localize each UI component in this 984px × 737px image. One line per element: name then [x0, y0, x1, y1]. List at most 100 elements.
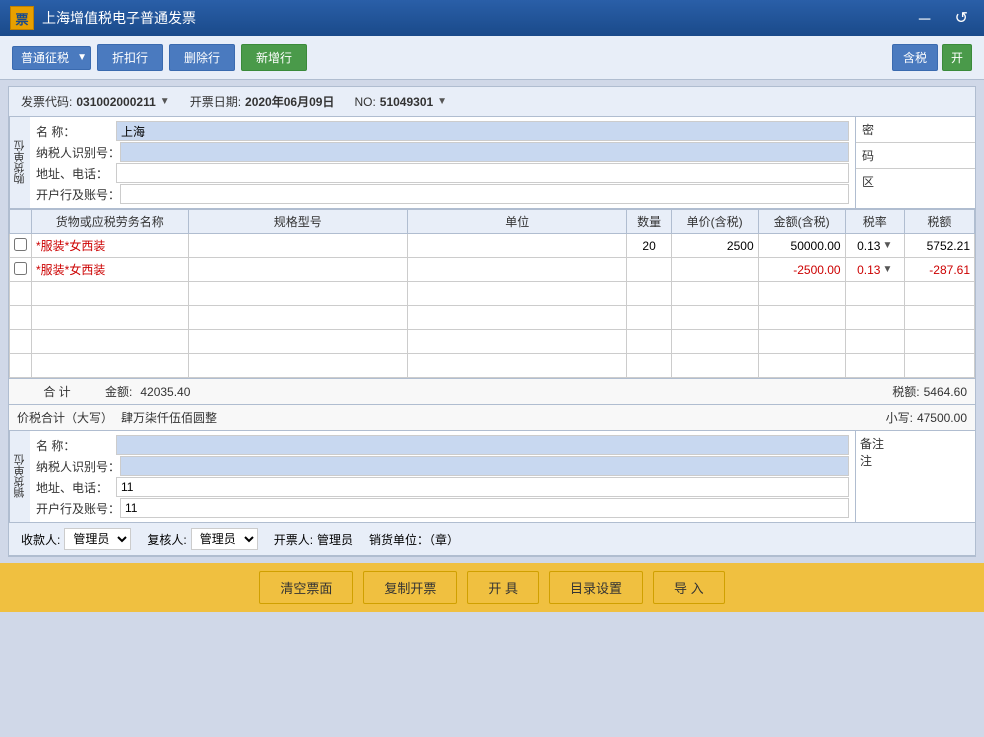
date-value: 2020年06月09日: [245, 93, 334, 110]
row2-unit-price[interactable]: [671, 258, 758, 282]
seller-bank-input[interactable]: [120, 498, 849, 518]
row1-qty[interactable]: 20: [627, 234, 671, 258]
app-title: 上海增值税电子普通发票: [42, 8, 196, 28]
empty-cell: [10, 354, 32, 378]
seller-address-input[interactable]: [116, 477, 849, 497]
items-table-section: 货物或应税劳务名称 规格型号 单位 数量 单价(含税) 金额(含税) 税率 税额…: [9, 209, 975, 379]
row1-unit-input[interactable]: [412, 239, 622, 253]
seller-inline-fields: 名 称： 纳税人识别号： 地址、电话： 开户行及账号：: [30, 431, 855, 522]
seller-name-input[interactable]: [116, 435, 849, 455]
catalog-button[interactable]: 目录设置: [549, 571, 643, 604]
row2-item-name[interactable]: *服装*女西装: [32, 258, 189, 282]
row2-qty[interactable]: [627, 258, 671, 282]
table-row: *服装*女西装 -2500.00 0.13 ▼ -287.61: [10, 258, 975, 282]
empty-cell: [627, 330, 671, 354]
empty-cell: [627, 282, 671, 306]
no-label: NO:: [354, 95, 375, 109]
secret-section: 密 码 区: [855, 117, 975, 208]
code-dropdown-icon[interactable]: ▼: [160, 96, 170, 107]
buyer-address-input[interactable]: [116, 163, 849, 183]
toolbar: 普通征税 ▼ 折扣行 删除行 新增行 含税 开: [0, 36, 984, 80]
empty-cell: [408, 354, 627, 378]
empty-cell: [32, 282, 189, 306]
empty-cell: [408, 282, 627, 306]
buyer-bank-row: 开户行及账号：: [36, 184, 849, 204]
tax-type-wrapper[interactable]: 普通征税 ▼: [12, 46, 91, 70]
buyer-name-input[interactable]: [116, 121, 849, 141]
receiver-select[interactable]: 管理员: [64, 528, 131, 550]
row1-spec[interactable]: [188, 234, 407, 258]
reviewer-select[interactable]: 管理员: [191, 528, 258, 550]
invoice-date-row: 开票日期: 2020年06月09日: [190, 93, 335, 110]
row1-item-name[interactable]: *服装*女西装: [32, 234, 189, 258]
row2-tax-dropdown[interactable]: ▼: [882, 264, 892, 275]
delete-row-button[interactable]: 删除行: [169, 44, 235, 71]
remark-label-zhu: 注: [860, 452, 971, 469]
row2-spec[interactable]: [188, 258, 407, 282]
empty-cell: [188, 330, 407, 354]
empty-cell: [32, 306, 189, 330]
buyer-bank-input[interactable]: [120, 184, 849, 204]
seller-taxid-input[interactable]: [120, 456, 849, 476]
empty-cell: [845, 306, 904, 330]
row2-checkbox-cell: [10, 258, 32, 282]
empty-cell: [845, 330, 904, 354]
buyer-taxid-input[interactable]: [120, 142, 849, 162]
buyer-fields: 名 称： 纳税人识别号： 地址、电话： 开户行及账号：: [30, 117, 855, 208]
receiver-field: 收款人: 管理员: [21, 528, 131, 550]
row2-checkbox[interactable]: [14, 262, 27, 275]
close-btn[interactable]: ↺: [949, 6, 974, 30]
no-dropdown-icon[interactable]: ▼: [437, 96, 447, 107]
secret-label-row3: 区: [856, 169, 975, 194]
row1-checkbox[interactable]: [14, 238, 27, 251]
table-row-empty: [10, 282, 975, 306]
col-tax-rate: 税率: [845, 210, 904, 234]
empty-cell: [904, 354, 974, 378]
buyer-inline-fields: 名 称： 纳税人识别号： 地址、电话： 开户行及账号：: [30, 117, 855, 208]
row2-tax-amount: -287.61: [904, 258, 974, 282]
discount-row-button[interactable]: 折扣行: [97, 44, 163, 71]
import-button[interactable]: 导 入: [653, 571, 725, 604]
buyer-bank-label: 开户行及账号：: [36, 186, 120, 203]
buyer-section: 购货单位 名 称： 纳税人识别号： 地址、电话： 开户行及账号：: [9, 117, 975, 209]
footer-bar: 收款人: 管理员 复核人: 管理员 开票人: 管理员 销货单位：（章）: [9, 523, 975, 556]
row1-spec-input[interactable]: [193, 239, 403, 253]
seller-taxid-label: 纳税人识别号：: [36, 458, 120, 475]
empty-cell: [904, 282, 974, 306]
seller-address-label: 地址、电话：: [36, 479, 116, 496]
secret-label-row2: 码: [856, 143, 975, 169]
row1-tax-dropdown[interactable]: ▼: [882, 240, 892, 251]
add-row-button[interactable]: 新增行: [241, 44, 307, 71]
copy-button[interactable]: 复制开票: [363, 571, 457, 604]
total-row: 价税合计（大写） 肆万柒仟伍佰圆整 小写: 47500.00: [9, 405, 975, 431]
col-checkbox: [10, 210, 32, 234]
table-row-empty: [10, 330, 975, 354]
buyer-address-row: 地址、电话：: [36, 163, 849, 183]
issuer-value: 管理员: [317, 531, 353, 548]
tax-type-select[interactable]: 普通征税: [12, 46, 91, 70]
empty-cell: [627, 306, 671, 330]
row1-amount: 50000.00: [758, 234, 845, 258]
issue-button[interactable]: 开 具: [467, 571, 539, 604]
row1-unit-price[interactable]: 2500: [671, 234, 758, 258]
empty-cell: [10, 306, 32, 330]
row2-unit[interactable]: [408, 258, 627, 282]
clear-button[interactable]: 清空票面: [259, 571, 353, 604]
summary-label: 合 计: [17, 383, 97, 400]
row1-unit[interactable]: [408, 234, 627, 258]
summary-tax-value: 5464.60: [924, 385, 967, 399]
tax-toggle-button[interactable]: 开: [942, 44, 972, 71]
toolbar-right: 含税 开: [892, 44, 972, 71]
minimize-btn[interactable]: －: [911, 4, 939, 32]
empty-cell: [627, 354, 671, 378]
empty-cell: [671, 330, 758, 354]
col-amount: 金额(含税): [758, 210, 845, 234]
empty-cell: [758, 282, 845, 306]
empty-cell: [32, 354, 189, 378]
invoice-code-row: 发票代码: 031002000211 ▼: [21, 93, 170, 110]
empty-cell: [845, 282, 904, 306]
seller-address-row: 地址、电话：: [36, 477, 849, 497]
tax-inclusive-button[interactable]: 含税: [892, 44, 938, 71]
summary-amount-label: 金额:: [105, 383, 132, 400]
empty-cell: [671, 354, 758, 378]
